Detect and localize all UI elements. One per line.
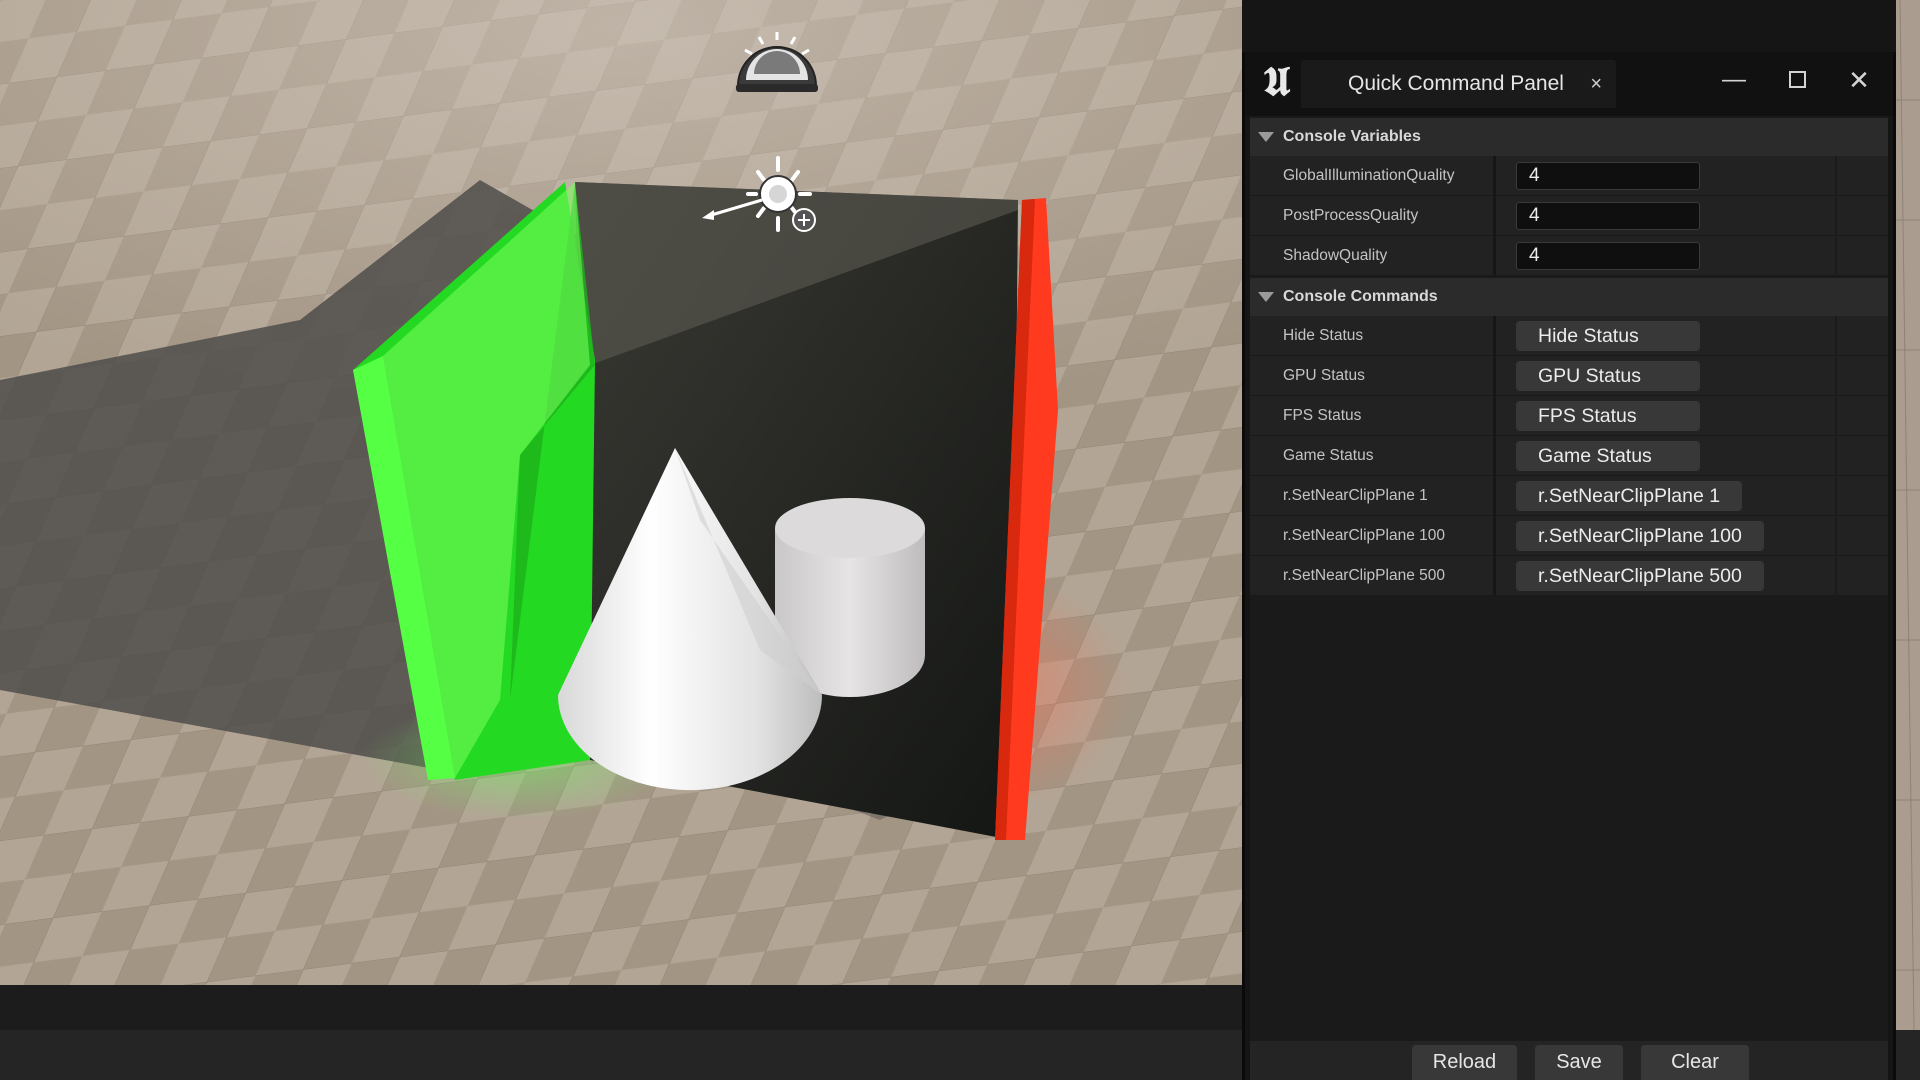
collapse-arrow-icon[interactable]: [1258, 292, 1274, 302]
column-splitter[interactable]: [1493, 316, 1496, 356]
save-button[interactable]: Save: [1535, 1045, 1623, 1080]
command-button[interactable]: Hide Status: [1516, 321, 1700, 351]
command-button[interactable]: r.SetNearClipPlane 1: [1516, 481, 1743, 511]
variable-row: GlobalIlluminationQuality 4: [1250, 156, 1888, 196]
clear-button[interactable]: Clear: [1641, 1045, 1749, 1080]
variable-name: PostProcessQuality: [1283, 207, 1419, 224]
column-separator: [1835, 236, 1837, 276]
command-row: r.SetNearClipPlane 100 r.SetNearClipPlan…: [1250, 516, 1888, 556]
variable-value-input[interactable]: 4: [1516, 242, 1700, 270]
column-separator: [1835, 516, 1837, 556]
command-button[interactable]: r.SetNearClipPlane 500: [1516, 561, 1764, 591]
column-splitter[interactable]: [1493, 516, 1496, 556]
column-separator: [1835, 356, 1837, 396]
command-row: GPU Status GPU Status: [1250, 356, 1888, 396]
command-name: Game Status: [1283, 447, 1374, 464]
variable-value-input[interactable]: 4: [1516, 202, 1700, 230]
directional-light-icon[interactable]: [700, 150, 822, 242]
panel-content: Console Variables GlobalIlluminationQual…: [1250, 116, 1888, 1041]
command-button[interactable]: GPU Status: [1516, 361, 1700, 391]
variable-name: ShadowQuality: [1283, 247, 1388, 264]
panel-footer: Reload Save Clear: [1250, 1041, 1888, 1080]
level-viewport[interactable]: [0, 0, 1242, 985]
column-splitter[interactable]: [1493, 196, 1496, 236]
quick-command-panel: 𝖀 Quick Command Panel × — ✕ Console Vari…: [1242, 52, 1896, 1080]
section-console-commands[interactable]: Console Commands: [1250, 278, 1888, 316]
sky-light-icon[interactable]: [730, 18, 824, 94]
command-name: r.SetNearClipPlane 100: [1283, 527, 1445, 544]
command-button[interactable]: r.SetNearClipPlane 100: [1516, 521, 1764, 551]
background-viewport-strip: [1896, 0, 1920, 1030]
command-name: GPU Status: [1283, 367, 1365, 384]
collapse-arrow-icon[interactable]: [1258, 132, 1274, 142]
close-window-button[interactable]: ✕: [1837, 60, 1881, 100]
column-separator: [1835, 156, 1837, 196]
command-name: FPS Status: [1283, 407, 1362, 424]
column-separator: [1835, 556, 1837, 596]
command-name: Hide Status: [1283, 327, 1364, 344]
variable-row: PostProcessQuality 4: [1250, 196, 1888, 236]
column-splitter[interactable]: [1493, 396, 1496, 436]
variable-name: GlobalIlluminationQuality: [1283, 167, 1455, 184]
column-splitter[interactable]: [1493, 156, 1496, 196]
section-label: Console Variables: [1283, 128, 1421, 145]
column-separator: [1835, 476, 1837, 516]
command-row: r.SetNearClipPlane 500 r.SetNearClipPlan…: [1250, 556, 1888, 596]
command-row: Game Status Game Status: [1250, 436, 1888, 476]
column-splitter[interactable]: [1493, 556, 1496, 596]
reload-button[interactable]: Reload: [1412, 1045, 1517, 1080]
column-splitter[interactable]: [1493, 236, 1496, 276]
unreal-logo-icon: 𝖀: [1263, 59, 1291, 104]
viewport-scene: [0, 0, 1242, 985]
variable-row: ShadowQuality 4: [1250, 236, 1888, 276]
panel-title: Quick Command Panel: [1348, 72, 1564, 95]
command-name: r.SetNearClipPlane 500: [1283, 567, 1445, 584]
maximize-button[interactable]: [1775, 60, 1819, 100]
section-label: Console Commands: [1283, 288, 1438, 305]
variable-value-input[interactable]: 4: [1516, 162, 1700, 190]
command-row: FPS Status FPS Status: [1250, 396, 1888, 436]
command-row: Hide Status Hide Status: [1250, 316, 1888, 356]
viewport-status-bar: [0, 985, 1242, 1030]
command-name: r.SetNearClipPlane 1: [1283, 487, 1428, 504]
column-separator: [1835, 396, 1837, 436]
column-separator: [1835, 436, 1837, 476]
column-splitter[interactable]: [1493, 436, 1496, 476]
command-button[interactable]: Game Status: [1516, 441, 1700, 471]
column-separator: [1835, 316, 1837, 356]
minimize-button[interactable]: —: [1712, 60, 1756, 100]
maximize-icon: [1788, 71, 1806, 89]
command-button[interactable]: FPS Status: [1516, 401, 1700, 431]
section-console-variables[interactable]: Console Variables: [1250, 118, 1888, 156]
panel-tab[interactable]: Quick Command Panel ×: [1301, 60, 1616, 108]
column-separator: [1835, 196, 1837, 236]
panel-titlebar[interactable]: 𝖀 Quick Command Panel × — ✕: [1245, 52, 1893, 116]
column-splitter[interactable]: [1493, 356, 1496, 396]
command-row: r.SetNearClipPlane 1 r.SetNearClipPlane …: [1250, 476, 1888, 516]
column-splitter[interactable]: [1493, 476, 1496, 516]
tab-close-icon[interactable]: ×: [1590, 60, 1602, 108]
